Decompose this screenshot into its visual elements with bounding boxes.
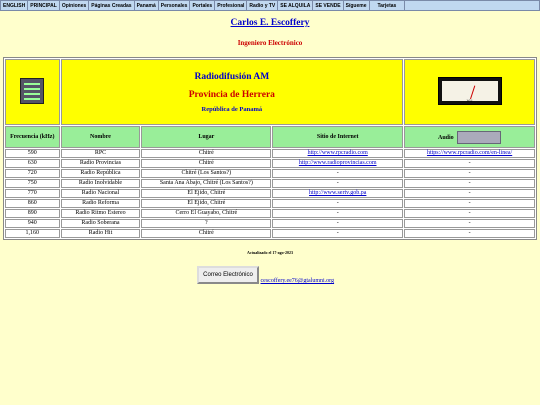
cell-name: Radio Inolvidable xyxy=(60,179,141,188)
banner-province: Provincia de Herrera xyxy=(188,89,275,100)
cell-website: - xyxy=(272,209,404,218)
table-header-banner: Radiodifusión AM Provincia de Herrera Re… xyxy=(5,59,535,125)
radio-image-cell xyxy=(5,59,60,125)
speaker-audio-icon xyxy=(457,130,502,144)
nav-personales[interactable]: Personales xyxy=(157,0,191,11)
cell-place: El Ejido, Chitré xyxy=(141,189,272,198)
cell-website: - xyxy=(272,219,404,228)
cell-name: Radio Hit xyxy=(60,229,141,238)
cell-audio: - xyxy=(404,189,535,198)
cell-place: Chitré xyxy=(141,149,272,158)
site-title-link[interactable]: Carlos E. Escoffery xyxy=(0,18,540,28)
banner-country: República de Panamá xyxy=(201,105,263,113)
cell-name: Radio Ritmo Estereo xyxy=(60,209,141,218)
nav-siguenme[interactable]: Sígueme xyxy=(342,0,370,11)
cell-place: Cerro El Guayabo, Chitré xyxy=(141,209,272,218)
cell-website-link[interactable]: http://www.rpcradio.com xyxy=(308,150,368,156)
nav-filler xyxy=(404,0,540,11)
cell-website: - xyxy=(272,179,404,188)
cell-frequency: 860 xyxy=(5,199,60,208)
nav-profesional[interactable]: Profesional xyxy=(214,0,248,11)
cell-name: Radio Nacional xyxy=(60,189,141,198)
vu-meter-cell: VU xyxy=(404,59,535,125)
cell-audio: - xyxy=(404,179,535,188)
cell-website-link[interactable]: http://www.sertv.gob.pa xyxy=(309,190,366,196)
table-row: 750 Radio Inolvidable Santa Ana Abajo, Chi… xyxy=(5,179,535,188)
table-row: 590 RPC Chitré http://www.rpcradio.com https… xyxy=(5,149,535,158)
nav-portales[interactable]: Portales xyxy=(189,0,216,11)
cell-website-link[interactable]: http://www.radioprovincias.com xyxy=(299,160,377,166)
table-row: 770 Radio Nacional El Ejido, Chitré http://… xyxy=(5,189,535,198)
table-body: 590 RPC Chitré http://www.rpcradio.com https… xyxy=(5,149,535,238)
cell-name: RPC xyxy=(60,149,141,158)
cell-frequency: 630 xyxy=(5,159,60,168)
cell-name: Radio Reforma xyxy=(60,199,141,208)
cell-audio: - xyxy=(404,169,535,178)
cell-audio: https://www.rpcradio.com/en-linea/ xyxy=(404,149,535,158)
email-section: Correo Electrónico cescoffery.ee76@gtalu… xyxy=(197,266,334,284)
col-audio-label: Audio xyxy=(437,134,454,141)
cell-website: http://www.rpcradio.com xyxy=(272,149,404,158)
cell-website: http://www.radioprovincias.com xyxy=(272,159,404,168)
col-place: Lugar xyxy=(141,126,272,148)
table-row: 1,160 Radio Hit Chitré - - xyxy=(5,229,535,238)
email-link[interactable]: cescoffery.ee76@gtalumni.org xyxy=(261,278,335,284)
table-row: 940 Radio Soberana? - - xyxy=(5,219,535,228)
cell-place: Chitré (Los Santos?) xyxy=(141,169,272,178)
nav-tarjetas[interactable]: Tarjetas xyxy=(368,0,406,11)
site-subtitle: Ingeniero Electrónico xyxy=(237,39,303,47)
cell-audio: - xyxy=(404,159,535,168)
cell-frequency: 890 xyxy=(5,209,60,218)
cell-website: - xyxy=(272,169,404,178)
radio-receiver-icon xyxy=(20,78,45,104)
nav-se-vende[interactable]: SE VENDE xyxy=(312,0,344,11)
cell-frequency: 750 xyxy=(5,179,60,188)
cell-place: Chitré xyxy=(141,229,272,238)
nav-opiniones[interactable]: Opiniones xyxy=(58,0,90,11)
col-audio: Audio xyxy=(404,126,535,148)
cell-frequency: 940 xyxy=(5,219,60,228)
cell-name: Radio Provincias xyxy=(60,159,141,168)
email-button[interactable]: Correo Electrónico xyxy=(197,266,259,284)
cell-place: Chitré xyxy=(141,159,272,168)
banner-title-cell: Radiodifusión AM Provincia de Herrera Re… xyxy=(60,59,404,125)
cell-name: Radio República xyxy=(60,169,141,178)
cell-place: ? xyxy=(141,219,272,228)
nav-radio-tv[interactable]: Radio y TV xyxy=(246,0,279,11)
col-website: Sitio de Internet xyxy=(272,126,404,148)
col-name: Nombre xyxy=(60,126,141,148)
cell-audio-link[interactable]: https://www.rpcradio.com/en-linea/ xyxy=(427,150,512,156)
table-row: 860 Radio Reforma El Ejido, Chitré - - xyxy=(5,199,535,208)
cell-frequency: 1,160 xyxy=(5,229,60,238)
cell-place: El Ejido, Chitré xyxy=(141,199,272,208)
table-row: 720 Radio República Chitré (Los Santos?) - - xyxy=(5,169,535,178)
cell-name: Radio Soberana xyxy=(60,219,141,228)
cell-website: - xyxy=(272,229,404,238)
banner-title: Radiodifusión AM xyxy=(194,71,270,82)
vu-meter-icon: VU xyxy=(437,77,502,105)
cell-audio: - xyxy=(404,229,535,238)
cell-frequency: 590 xyxy=(5,149,60,158)
nav-paginas-creadas[interactable]: Páginas Creadas xyxy=(88,0,135,11)
cell-place: Santa Ana Abajo, Chitré (Los Santos?) xyxy=(141,179,272,188)
cell-website: - xyxy=(272,199,404,208)
stations-table: Radiodifusión AM Provincia de Herrera Re… xyxy=(3,57,537,240)
cell-frequency: 720 xyxy=(5,169,60,178)
cell-website: http://www.sertv.gob.pa xyxy=(272,189,404,198)
nav-panama[interactable]: Panamá xyxy=(133,0,159,11)
column-header-row: Frecuencia (kHz) Nombre Lugar Sitio de I… xyxy=(5,126,535,148)
nav-se-alquila[interactable]: SE ALQUILA xyxy=(277,0,314,11)
table-row: 890 Radio Ritmo Estereo Cerro El Guayabo, … xyxy=(5,209,535,218)
cell-audio: - xyxy=(404,209,535,218)
nav-english[interactable]: ENGLISH xyxy=(0,0,29,11)
table-row: 630 Radio Provincias Chitré http://www.radi… xyxy=(5,159,535,168)
last-updated: Actualizado el 17-ago-2023 xyxy=(247,250,293,255)
nav-principal[interactable]: PRINCIPAL xyxy=(27,0,60,11)
cell-audio: - xyxy=(404,199,535,208)
cell-frequency: 770 xyxy=(5,189,60,198)
top-nav-bar: ENGLISH PRINCIPAL Opiniones Páginas Crea… xyxy=(0,0,540,11)
cell-audio: - xyxy=(404,219,535,228)
col-frequency: Frecuencia (kHz) xyxy=(5,126,60,148)
